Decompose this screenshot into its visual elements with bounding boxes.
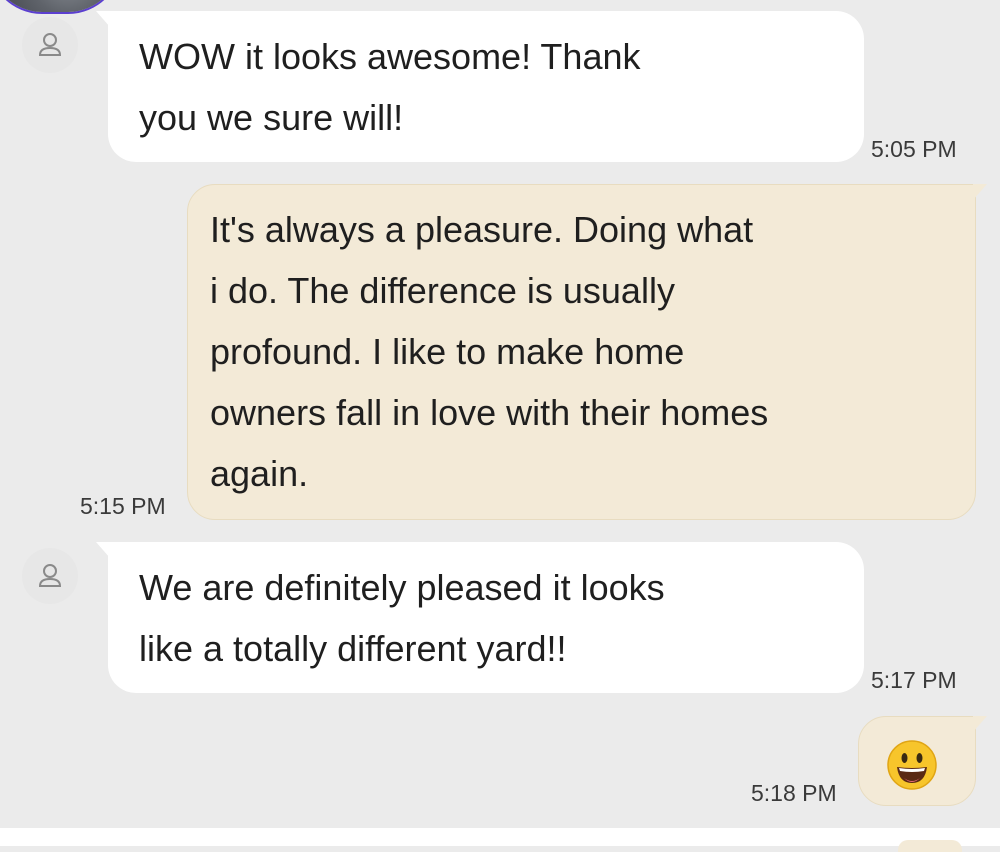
message-timestamp: 5:15 PM [80,493,166,519]
contact-avatar[interactable] [22,17,78,73]
composer-area [0,828,1000,852]
message-bubble-incoming[interactable]: WOW it looks awesome! Thank you we sure … [96,11,864,162]
message-text: WOW it looks awesome! Thank you we sure … [139,36,641,138]
message-bubble-incoming[interactable]: We are definitely pleased it looks like … [96,542,864,693]
person-icon [38,33,62,56]
message-timestamp: 5:05 PM [871,136,957,162]
next-message-bubble-edge [898,840,962,852]
person-icon [38,564,62,587]
message-text: We are definitely pleased it looks like … [139,567,665,669]
conversation-thread[interactable]: WOW it looks awesome! Thank you we sure … [0,0,1000,828]
message-text: It's always a pleasure. Doing what i do.… [210,209,769,494]
contact-avatar[interactable] [22,548,78,604]
message-bubble-outgoing[interactable] [858,716,987,806]
message-bubble-outgoing[interactable]: It's always a pleasure. Doing what i do.… [187,184,987,520]
smiling-face-icon [887,740,937,790]
message-timestamp: 5:18 PM [751,780,837,806]
message-timestamp: 5:17 PM [871,667,957,693]
